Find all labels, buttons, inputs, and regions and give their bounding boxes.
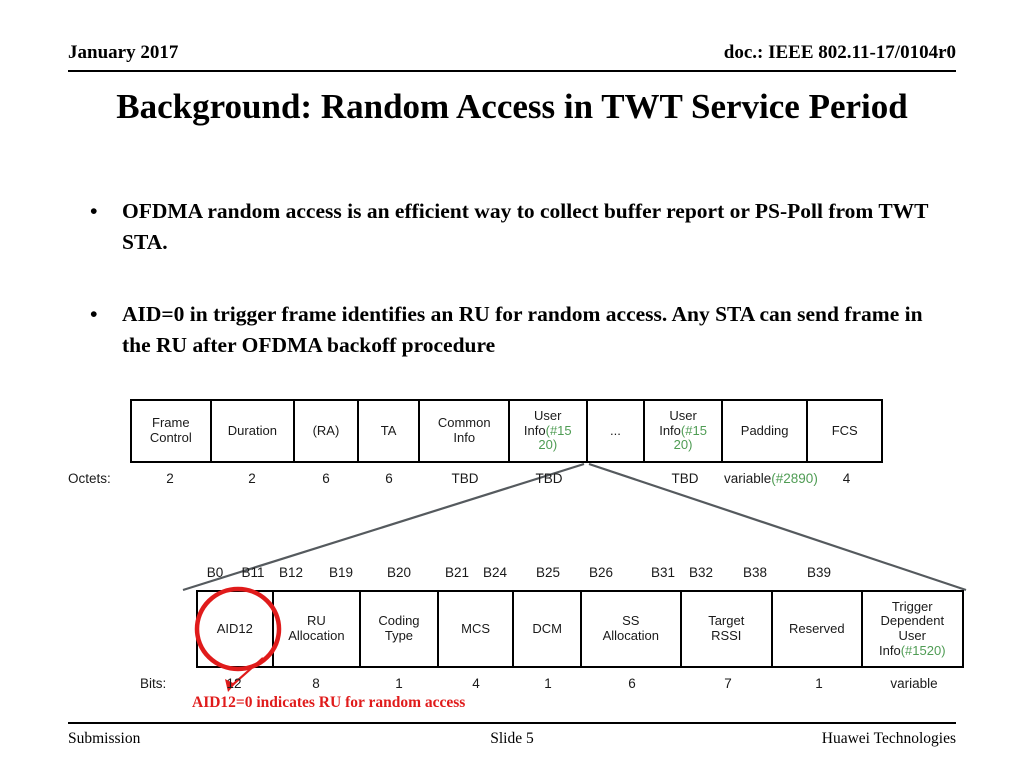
bullet-item-1: • OFDMA random access is an efficient wa… (86, 196, 946, 257)
bit-index-label: B31 (650, 565, 676, 580)
footer-company: Huawei Technologies (821, 730, 956, 747)
bit-index-label: B21 (444, 565, 470, 580)
slide-footer: Submission Slide 5 Huawei Technologies (68, 722, 956, 754)
bits-value: variable (890, 676, 938, 691)
user-info-field-cell-label: DCM (532, 620, 562, 636)
trigger-frame-cell: Padding (723, 401, 809, 461)
trigger-frame-cell: Common Info (420, 401, 510, 461)
octets-row: Octets: 2 2 6 6 TBD TBD TBD variable(#2890) 4 (68, 471, 948, 505)
octets-value: TBD (671, 471, 699, 486)
trigger-frame-cell: FCS (808, 401, 881, 461)
bit-index-label: B12 (278, 565, 304, 580)
bit-index-label: B38 (742, 565, 768, 580)
trigger-frame-cell: (RA) (295, 401, 359, 461)
trigger-frame-cell-label: (RA) (312, 422, 340, 438)
bits-value: 1 (544, 676, 552, 691)
bit-index-label: B19 (328, 565, 354, 580)
user-info-field-cell: DCM (514, 592, 583, 666)
user-info-field-cell: RU Allocation (274, 592, 362, 666)
user-info-field-cell: Trigger Dependent User Info(#1520) (863, 592, 962, 666)
trigger-frame-cell-label: ... (610, 422, 621, 438)
header-date: January 2017 (68, 42, 179, 63)
bits-value: 1 (815, 676, 823, 691)
user-info-field-cell: MCS (439, 592, 515, 666)
bit-index-label: B32 (688, 565, 714, 580)
trigger-frame-cell-label: User Info(#15 20) (659, 408, 707, 453)
trigger-frame-cell: Duration (212, 401, 296, 461)
user-info-field-cell-label: Trigger Dependent User Info(#1520) (879, 598, 946, 658)
trigger-frame-cell: User Info(#15 20) (645, 401, 723, 461)
user-info-field-diagram: AID12 RU Allocation Coding Type MCS DCM SS Alloc… (196, 590, 964, 668)
bullet-text-1: OFDMA random access is an efficient way … (122, 199, 929, 254)
header-document-id: doc.: IEEE 802.11-17/0104r0 (723, 42, 956, 63)
user-info-field-cell: SS Allocation (582, 592, 682, 666)
bits-row-label: Bits: (140, 676, 167, 691)
user-info-field-cell-label: Coding Type (378, 613, 420, 643)
octets-row-label: Octets: (68, 471, 111, 486)
trigger-frame-cell: User Info(#15 20) (510, 401, 588, 461)
user-info-field-cell-label: Target RSSI (708, 613, 745, 643)
bit-index-label: B25 (535, 565, 561, 580)
aid12-annotation-caption: AID12=0 indicates RU for random access (192, 694, 466, 711)
bit-index-labels: B0 B11 B12 B19 B20 B21 B24 B25 B26 B31 B32 B38 B39 (196, 565, 966, 585)
bits-value: 6 (628, 676, 636, 691)
bits-value: 8 (312, 676, 320, 691)
trigger-frame-cell-label: TA (380, 422, 397, 438)
bits-value: 4 (472, 676, 480, 691)
user-info-field-cell: Target RSSI (682, 592, 774, 666)
bullet-marker-icon: • (90, 199, 98, 223)
octets-value: 4 (842, 471, 851, 486)
octets-value: variable(#2890) (724, 471, 818, 486)
bit-index-label: B26 (588, 565, 614, 580)
bullet-text-2: AID=0 in trigger frame identifies an RU … (122, 302, 923, 357)
bit-index-label: B39 (806, 565, 832, 580)
page-title: Background: Random Access in TWT Service… (116, 87, 908, 126)
bits-value: 12 (226, 676, 242, 691)
trigger-frame-cell-label: FCS (831, 422, 858, 438)
octets-value: TBD (535, 471, 563, 486)
user-info-field-cell-label: SS Allocation (602, 613, 659, 643)
user-info-field-cell: AID12 (198, 592, 274, 666)
bits-value: 1 (395, 676, 403, 691)
trigger-frame-cell-label: Padding (740, 422, 789, 438)
trigger-frame-cell: Frame Control (132, 401, 212, 461)
user-info-field-cell: Coding Type (361, 592, 439, 666)
trigger-frame-cell: ... (588, 401, 646, 461)
octets-value: 6 (385, 471, 393, 486)
bullet-marker-icon: • (90, 302, 98, 327)
bit-index-label: B0 (206, 565, 224, 580)
bit-index-label: B24 (482, 565, 508, 580)
user-info-field-cell-label: Reserved (788, 620, 845, 636)
octets-value: 2 (248, 471, 256, 486)
trigger-frame-cell-label: Duration (227, 422, 277, 438)
octets-value: 2 (166, 471, 174, 486)
trigger-frame-diagram: Frame Control Duration (RA) TA Common Info User… (130, 399, 883, 463)
bit-index-label: B11 (241, 565, 265, 580)
slide-header: January 2017 doc.: IEEE 802.11-17/0104r0 (68, 42, 956, 72)
bits-value: 7 (724, 676, 732, 691)
user-info-field-cell-label: RU Allocation (288, 613, 345, 643)
trigger-frame-cell: TA (359, 401, 421, 461)
octets-value: TBD (451, 471, 479, 486)
bullet-list: • OFDMA random access is an efficient wa… (86, 196, 946, 402)
trigger-frame-cell-label: User Info(#15 20) (523, 408, 572, 453)
bit-index-label: B20 (386, 565, 412, 580)
user-info-field-cell: Reserved (773, 592, 863, 666)
trigger-frame-cell-label: Frame Control (149, 415, 192, 445)
user-info-field-cell-label: AID12 (216, 620, 253, 636)
octets-value: 6 (322, 471, 330, 486)
trigger-frame-cell-label: Common Info (437, 415, 491, 445)
bullet-item-2: • AID=0 in trigger frame identifies an R… (86, 299, 946, 360)
user-info-field-cell-label: MCS (461, 620, 490, 636)
